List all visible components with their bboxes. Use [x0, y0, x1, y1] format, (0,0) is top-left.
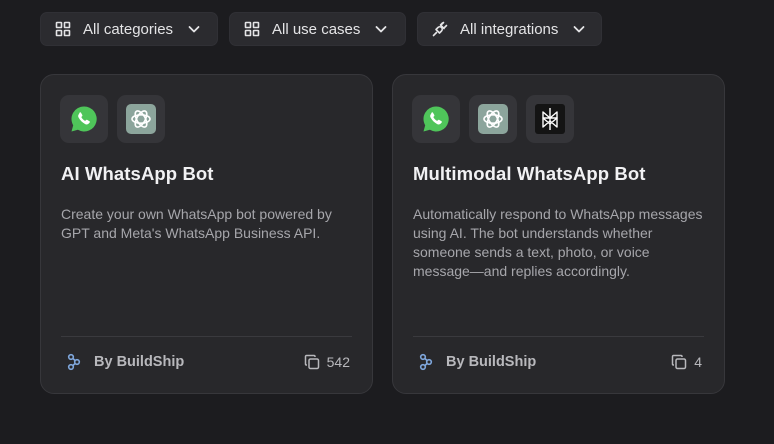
card-divider	[61, 336, 352, 337]
whatsapp-icon	[60, 95, 108, 143]
card-title: AI WhatsApp Bot	[61, 163, 214, 184]
copy-icon	[304, 354, 320, 370]
integration-icons	[412, 95, 574, 143]
card-divider	[413, 336, 704, 337]
clone-count: 542	[304, 354, 350, 370]
use-cases-filter-label: All use cases	[272, 20, 361, 38]
card-footer: By BuildShip 4	[417, 352, 702, 372]
chevron-down-icon	[374, 22, 388, 36]
grid-icon	[55, 21, 71, 37]
copy-icon	[671, 354, 687, 370]
card-footer: By BuildShip 542	[65, 352, 350, 372]
categories-filter-label: All categories	[83, 20, 174, 38]
clone-count: 4	[671, 354, 702, 370]
template-card[interactable]: AI WhatsApp Bot Create your own WhatsApp…	[40, 74, 373, 394]
plug-icon	[432, 21, 448, 37]
integrations-filter-label: All integrations	[460, 20, 559, 38]
clone-count-value: 4	[694, 354, 702, 370]
integrations-filter-dropdown[interactable]: All integrations	[417, 12, 602, 46]
author-link[interactable]: By BuildShip	[417, 353, 536, 371]
use-cases-filter-dropdown[interactable]: All use cases	[229, 12, 406, 46]
author-link[interactable]: By BuildShip	[65, 353, 184, 371]
buildship-logo-icon	[417, 353, 435, 371]
integration-icons	[60, 95, 165, 143]
buildship-logo-icon	[65, 353, 83, 371]
card-description: Create your own WhatsApp bot powered by …	[61, 206, 332, 241]
author-name: By BuildShip	[446, 354, 537, 370]
filter-bar: All categories All use cases All integra…	[40, 12, 602, 46]
clone-count-value: 542	[326, 354, 350, 370]
categories-filter-dropdown[interactable]: All categories	[40, 12, 218, 46]
openai-icon	[469, 95, 517, 143]
template-card[interactable]: Multimodal WhatsApp Bot Automatically re…	[392, 74, 725, 394]
card-title: Multimodal WhatsApp Bot	[413, 163, 646, 184]
chevron-down-icon	[187, 22, 201, 36]
card-description: Automatically respond to WhatsApp messag…	[413, 206, 703, 279]
grid-icon	[244, 21, 260, 37]
perplexity-icon	[526, 95, 574, 143]
chevron-down-icon	[572, 22, 586, 36]
openai-icon	[117, 95, 165, 143]
whatsapp-icon	[412, 95, 460, 143]
author-name: By BuildShip	[94, 354, 185, 370]
